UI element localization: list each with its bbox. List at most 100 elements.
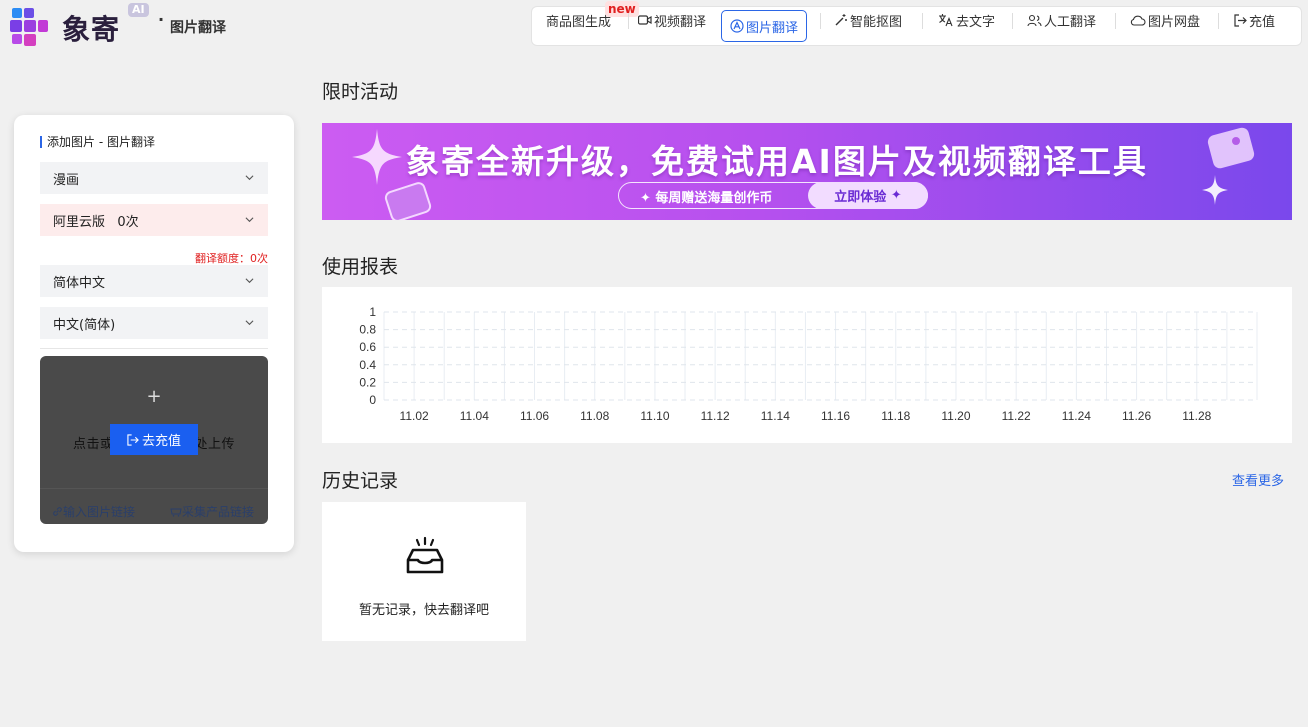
usage-chart-card: 0 0.2 0.4 0.6 0.8 1 11.02 11.04 11.06 11.08 11.10 1… — [322, 287, 1292, 443]
y-tick-label: 1 — [369, 305, 376, 319]
view-more-link[interactable]: 查看更多 — [1232, 470, 1284, 489]
y-tick-label: 0.4 — [359, 358, 376, 372]
recharge-button[interactable]: 去充值 — [110, 424, 198, 455]
translate-panel: 添加图片 - 图片翻译 漫画 阿里云版 0次 翻译额度：0次 简体中文 中文(简… — [14, 115, 294, 552]
nav-divider — [922, 13, 923, 29]
x-tick-label: 11.14 — [761, 409, 790, 423]
page-name: 图片翻译 — [170, 20, 226, 36]
y-tick-label: 0 — [369, 393, 376, 407]
x-tick-label: 11.04 — [460, 409, 489, 423]
nav-label: 图片网盘 — [1148, 14, 1201, 30]
chevron-down-icon — [245, 320, 254, 326]
divider — [40, 348, 268, 349]
x-tick-label: 11.12 — [701, 409, 730, 423]
nav-remove-text[interactable]: 去文字 — [938, 4, 995, 36]
ai-badge: AI — [128, 3, 149, 17]
quota-text: 翻译额度：0次 — [195, 252, 268, 265]
engine-select[interactable]: 阿里云版 0次 — [40, 204, 268, 236]
target-language-select[interactable]: 中文(简体) — [40, 307, 268, 339]
magic-wand-icon — [835, 14, 847, 26]
image-translate-icon — [730, 19, 744, 33]
nav-label: 人工翻译 — [1044, 14, 1097, 30]
usage-chart: 0 0.2 0.4 0.6 0.8 1 11.02 11.04 11.06 11.08 11.10 1… — [359, 305, 1258, 423]
nav-label: 商品图生成 — [546, 14, 612, 30]
link-icon — [53, 507, 62, 516]
sparkle-icon — [1202, 175, 1228, 205]
nav-smart-cutout[interactable]: 智能抠图 — [834, 4, 902, 36]
engine-select-value: 阿里云版 0次 — [53, 214, 139, 230]
x-tick-label: 11.16 — [821, 409, 850, 423]
type-select-value: 漫画 — [53, 172, 80, 188]
source-language-value: 简体中文 — [53, 275, 106, 291]
recharge-icon — [127, 433, 139, 446]
promo-section-title: 限时活动 — [322, 81, 399, 103]
x-tick-label: 11.20 — [941, 409, 970, 423]
nav-recharge[interactable]: 充值 — [1234, 4, 1275, 36]
brand-logo[interactable]: 象寄 — [8, 6, 120, 50]
users-icon — [1027, 14, 1042, 26]
nav-divider — [628, 13, 629, 29]
nav-divider — [820, 13, 821, 29]
nav-image-cloud[interactable]: 图片网盘 — [1130, 4, 1200, 36]
chevron-down-icon — [245, 278, 254, 284]
x-tick-label: 11.28 — [1182, 409, 1211, 423]
empty-inbox-icon — [406, 536, 444, 574]
x-tick-label: 11.10 — [640, 409, 669, 423]
x-tick-label: 11.24 — [1062, 409, 1091, 423]
x-tick-label: 11.06 — [520, 409, 549, 423]
upload-dropzone[interactable]: + 点击或拖拽图片到此处上传 去充值 输入图片链接 采集产品链接 — [40, 356, 268, 524]
promo-banner[interactable]: 象寄全新升级，免费试用AI图片及视频翻译工具 ✦ 每周赠送海量创作币 立即体验 … — [322, 123, 1292, 220]
banner-subtitle: ✦ 每周赠送海量创作币 — [640, 191, 773, 206]
x-tick-label: 11.08 — [580, 409, 609, 423]
upload-footer: 输入图片链接 采集产品链接 — [40, 488, 268, 524]
input-image-link-label: 输入图片链接 — [63, 505, 136, 519]
recharge-icon — [1234, 13, 1247, 27]
nav-human-translate[interactable]: 人工翻译 — [1027, 4, 1096, 36]
history-empty-card: 暂无记录，快去翻译吧 — [322, 502, 526, 641]
nav-label: 视频翻译 — [654, 14, 707, 30]
collect-product-link-label: 采集产品链接 — [182, 505, 255, 519]
try-now-button[interactable]: 立即体验 ✦ — [808, 182, 928, 209]
y-tick-label: 0.2 — [359, 375, 376, 389]
plus-icon: + — [146, 386, 162, 407]
brand-name: 象寄 — [62, 13, 121, 46]
x-tick-label: 11.18 — [881, 409, 910, 423]
type-select[interactable]: 漫画 — [40, 162, 268, 194]
nav-label: 去文字 — [956, 14, 996, 30]
source-language-select[interactable]: 简体中文 — [40, 265, 268, 297]
cart-icon — [170, 508, 182, 517]
banner-title: 象寄全新升级，免费试用AI图片及视频翻译工具 — [406, 142, 1148, 181]
y-tick-label: 0.8 — [359, 323, 376, 337]
nav-label: 图片翻译 — [746, 20, 799, 36]
nav-divider — [1012, 13, 1013, 29]
new-badge: new — [605, 1, 639, 17]
x-tick-label: 11.22 — [1002, 409, 1031, 423]
chevron-down-icon — [245, 217, 254, 223]
cloud-icon — [1130, 15, 1146, 26]
sparkle-icon — [352, 129, 402, 185]
empty-history-text: 暂无记录，快去翻译吧 — [358, 603, 489, 618]
history-section-title: 历史记录 — [322, 470, 399, 492]
nav-image-translate[interactable]: 图片翻译 — [721, 10, 808, 42]
y-tick-label: 0.6 — [359, 340, 376, 354]
video-icon — [638, 15, 652, 25]
nav-product-image[interactable]: 商品图生成 — [546, 4, 611, 36]
input-image-link[interactable]: 输入图片链接 — [52, 503, 135, 520]
report-section-title: 使用报表 — [322, 256, 399, 278]
nav-label: 充值 — [1249, 14, 1276, 30]
recharge-button-label: 去充值 — [141, 434, 181, 449]
x-tick-label: 11.02 — [400, 409, 429, 423]
logo-icon — [8, 6, 52, 50]
photo-icon — [1207, 127, 1255, 169]
chevron-down-icon — [245, 175, 254, 181]
panel-title: 添加图片 - 图片翻译 — [40, 136, 155, 148]
nav-video-translate[interactable]: 视频翻译 — [638, 4, 706, 36]
brand-separator: · — [158, 10, 165, 29]
nav-divider — [1218, 13, 1219, 29]
x-tick-label: 11.26 — [1122, 409, 1151, 423]
translate-icon — [939, 14, 953, 27]
target-language-value: 中文(简体) — [53, 317, 116, 333]
ai-tag-icon — [384, 182, 432, 220]
collect-product-link[interactable]: 采集产品链接 — [170, 503, 254, 520]
nav-label: 智能抠图 — [850, 14, 903, 30]
